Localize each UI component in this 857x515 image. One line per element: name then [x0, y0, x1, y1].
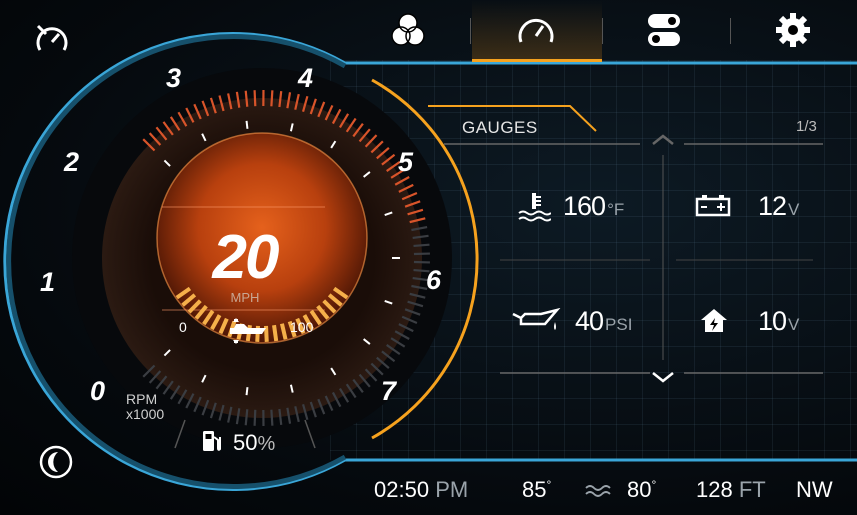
rpm-segment — [270, 90, 274, 107]
speed-unit: MPH — [230, 290, 260, 305]
water-temp: 80° — [627, 477, 656, 503]
depth-unit: FT — [738, 477, 766, 502]
rpm-caption-multiplier: x1000 — [126, 406, 165, 422]
gauges-title: GAUGES — [462, 118, 538, 137]
rpm-tick-label: 7 — [381, 376, 397, 406]
oil-pressure-value: 40 — [575, 306, 604, 336]
modes-icon[interactable] — [378, 8, 438, 52]
speed-value: 20 — [212, 223, 280, 292]
rpm-segment — [244, 409, 249, 426]
rpm-segment — [270, 409, 274, 426]
clock: 02:50 PM — [374, 477, 468, 503]
water-temp-degree: ° — [651, 477, 657, 492]
air-temp-value: 85 — [522, 477, 547, 502]
air-temp-degree: ° — [546, 477, 552, 492]
trim-max-label: 100 — [290, 319, 314, 335]
battery-unit: V — [788, 200, 800, 219]
tab-divider — [470, 18, 471, 44]
toggles-icon[interactable] — [634, 8, 694, 52]
boat-trim-icon — [226, 318, 270, 349]
scroll-up-button[interactable] — [650, 133, 676, 151]
rpm-minor-tick — [245, 387, 249, 396]
gauge-icon[interactable] — [506, 8, 566, 52]
house-battery-unit: V — [788, 315, 800, 334]
coolant-temp-reading: 160 °F — [563, 191, 624, 222]
rpm-tick-label: 4 — [298, 63, 314, 93]
oil-pressure-unit: PSI — [605, 315, 633, 334]
fuel-icon — [201, 429, 223, 459]
scroll-down-button[interactable] — [650, 370, 676, 389]
tab-divider — [730, 18, 731, 44]
depth-value: 128 — [696, 477, 733, 502]
clock-time: 02:50 — [374, 477, 430, 502]
rpm-tick-label: 3 — [166, 63, 182, 93]
house-battery-icon — [699, 306, 729, 339]
water-temp-icon — [584, 480, 612, 503]
settings-icon[interactable] — [763, 8, 823, 52]
fuel-level: 50% — [201, 429, 275, 459]
marine-dashboard: 0 1 2 3 4 5 6 7 RPM x1000 20 MPH 0 100 5… — [0, 0, 857, 515]
house-battery-reading: 10 V — [758, 306, 799, 337]
rpm-tick-label: 2 — [64, 147, 80, 177]
page-indicator: 1/3 — [796, 118, 817, 135]
air-temp: 85° — [522, 477, 551, 503]
rpm-tick-label: 1 — [40, 267, 56, 297]
battery-reading: 12 V — [758, 191, 799, 222]
depth: 128 FT — [696, 477, 766, 503]
tab-divider — [602, 18, 603, 44]
rpm-segment — [413, 243, 430, 248]
battery-value: 12 — [758, 191, 787, 221]
rpm-segment — [253, 90, 257, 107]
rpm-minor-tick — [245, 120, 249, 129]
oil-pressure-reading: 40 PSI — [575, 306, 632, 337]
rpm-segment — [253, 409, 257, 426]
trim-min-label: 0 — [179, 319, 187, 335]
rpm-tick-label: 0 — [90, 376, 106, 406]
rpm-caption: RPM x1000 — [126, 392, 164, 422]
fuel-value: 50 — [233, 429, 258, 455]
house-battery-value: 10 — [758, 306, 787, 336]
cruise-control-icon[interactable] — [22, 18, 82, 62]
gauge-frame — [3, 32, 857, 491]
rpm-tick-label: 6 — [426, 265, 442, 295]
rpm-tick-label: 5 — [398, 147, 414, 177]
fuel-unit: % — [257, 432, 276, 455]
clock-ampm: PM — [435, 477, 469, 502]
night-mode-icon[interactable] — [38, 444, 74, 485]
trim-segment — [272, 324, 279, 342]
battery-icon — [695, 194, 731, 223]
water-temp-value: 80 — [627, 477, 652, 502]
coolant-temp-unit: °F — [607, 200, 625, 219]
rpm-segment — [244, 90, 249, 107]
rpm-caption-unit: RPM — [126, 391, 158, 407]
heading: NW — [796, 477, 833, 502]
coolant-temp-value: 160 — [563, 191, 606, 221]
coolant-temp-icon — [517, 191, 552, 228]
oil-pressure-icon — [511, 307, 561, 337]
